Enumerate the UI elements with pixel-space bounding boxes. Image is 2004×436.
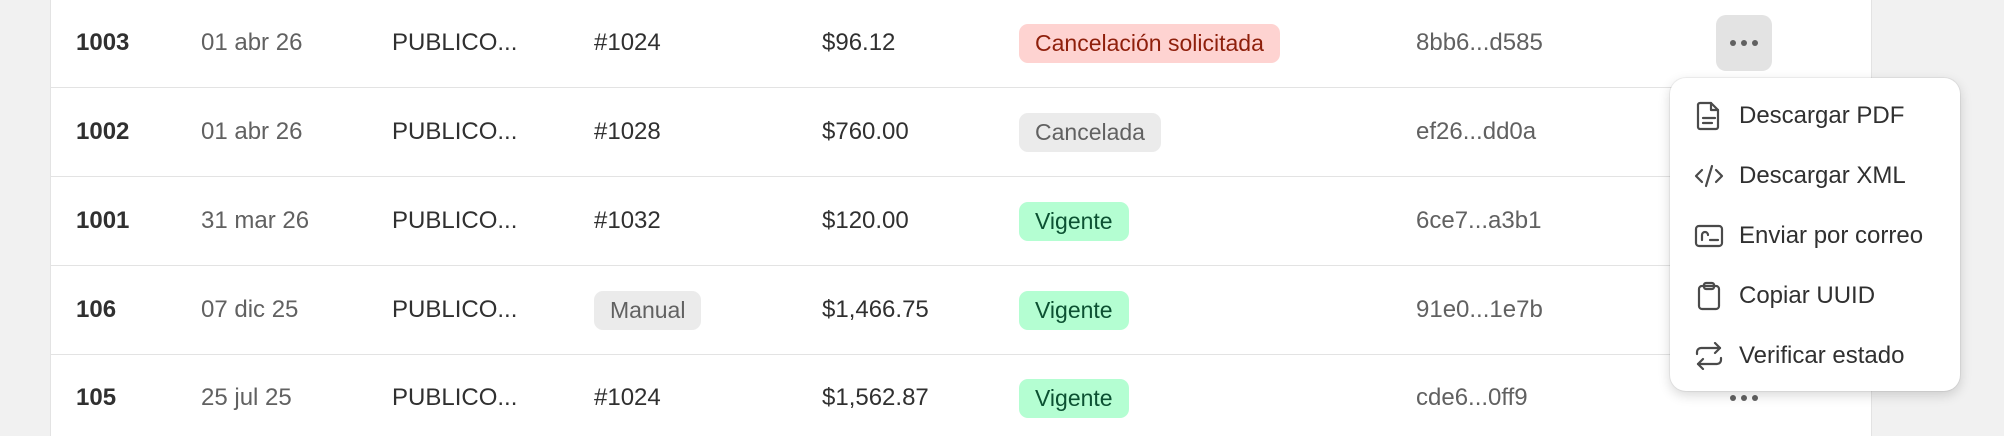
menu-item-label: Descargar PDF bbox=[1739, 102, 1905, 129]
menu-item-download-xml[interactable]: Descargar XML bbox=[1670, 146, 1960, 206]
customer-cell: PUBLICO... bbox=[392, 296, 518, 323]
menu-item-verify-status[interactable]: Verificar estado bbox=[1670, 326, 1960, 386]
customer-cell: PUBLICO... bbox=[392, 29, 518, 56]
total-cell: $96.12 bbox=[822, 29, 896, 56]
status-badge: Vigente bbox=[1019, 201, 1129, 241]
customer-cell: PUBLICO... bbox=[392, 384, 518, 411]
clipboard-icon bbox=[1694, 281, 1724, 311]
total-cell: $120.00 bbox=[822, 207, 909, 234]
status-badge: Vigente bbox=[1019, 378, 1129, 418]
status-badge: Cancelación solicitada bbox=[1019, 23, 1280, 63]
invoices-table: 1003 01 abr 26 PUBLICO... #1024 $96.12 C… bbox=[50, 0, 1872, 436]
folio-cell: 1001 bbox=[76, 207, 130, 234]
table-row[interactable]: 1002 01 abr 26 PUBLICO... #1028 $760.00 … bbox=[51, 88, 1871, 177]
uuid-cell: 8bb6...d585 bbox=[1416, 29, 1543, 56]
total-cell: $760.00 bbox=[822, 118, 909, 145]
menu-item-label: Verificar estado bbox=[1739, 342, 1905, 369]
more-horizontal-icon bbox=[1730, 40, 1758, 46]
folio-cell: 105 bbox=[76, 384, 117, 411]
uuid-cell: ef26...dd0a bbox=[1416, 118, 1537, 145]
date-cell: 01 abr 26 bbox=[201, 118, 303, 145]
date-cell: 25 jul 25 bbox=[201, 384, 292, 411]
table-row[interactable]: 1001 31 mar 26 PUBLICO... #1032 $120.00 … bbox=[51, 177, 1871, 266]
email-card-icon bbox=[1694, 221, 1724, 251]
date-cell: 31 mar 26 bbox=[201, 207, 310, 234]
menu-item-label: Copiar UUID bbox=[1739, 282, 1876, 309]
order-link[interactable]: #1024 bbox=[594, 0, 661, 87]
manual-order-badge: Manual bbox=[594, 290, 702, 330]
order-link[interactable]: #1028 bbox=[594, 88, 661, 176]
order-link[interactable]: #1032 bbox=[594, 177, 661, 265]
refresh-icon bbox=[1694, 341, 1724, 371]
folio-cell: 1003 bbox=[76, 29, 130, 56]
more-horizontal-icon bbox=[1730, 395, 1758, 401]
code-icon bbox=[1694, 161, 1724, 191]
date-cell: 01 abr 26 bbox=[201, 29, 303, 56]
table-row[interactable]: 106 07 dic 25 PUBLICO... Manual $1,466.7… bbox=[51, 266, 1871, 355]
menu-item-send-email[interactable]: Enviar por correo bbox=[1670, 206, 1960, 266]
status-badge: Cancelada bbox=[1019, 112, 1161, 152]
customer-cell: PUBLICO... bbox=[392, 207, 518, 234]
uuid-cell: 6ce7...a3b1 bbox=[1416, 207, 1542, 234]
table-row[interactable]: 1003 01 abr 26 PUBLICO... #1024 $96.12 C… bbox=[51, 0, 1871, 88]
row-actions-button[interactable] bbox=[1716, 15, 1772, 71]
order-link[interactable]: #1024 bbox=[594, 354, 661, 436]
file-icon bbox=[1694, 101, 1724, 131]
menu-item-label: Descargar XML bbox=[1739, 162, 1906, 189]
table-row[interactable]: 105 25 jul 25 PUBLICO... #1024 $1,562.87… bbox=[51, 354, 1871, 436]
total-cell: $1,562.87 bbox=[822, 384, 929, 411]
total-cell: $1,466.75 bbox=[822, 296, 929, 323]
menu-item-label: Enviar por correo bbox=[1739, 222, 1924, 249]
menu-item-download-pdf[interactable]: Descargar PDF bbox=[1670, 86, 1960, 146]
folio-cell: 106 bbox=[76, 296, 117, 323]
menu-item-copy-uuid[interactable]: Copiar UUID bbox=[1670, 266, 1960, 326]
uuid-cell: 91e0...1e7b bbox=[1416, 296, 1543, 323]
date-cell: 07 dic 25 bbox=[201, 296, 299, 323]
status-badge: Vigente bbox=[1019, 290, 1129, 330]
folio-cell: 1002 bbox=[76, 118, 130, 145]
uuid-cell: cde6...0ff9 bbox=[1416, 384, 1528, 411]
row-actions-menu: Descargar PDF Descargar XML Enviar por c… bbox=[1670, 78, 1960, 391]
customer-cell: PUBLICO... bbox=[392, 118, 518, 145]
